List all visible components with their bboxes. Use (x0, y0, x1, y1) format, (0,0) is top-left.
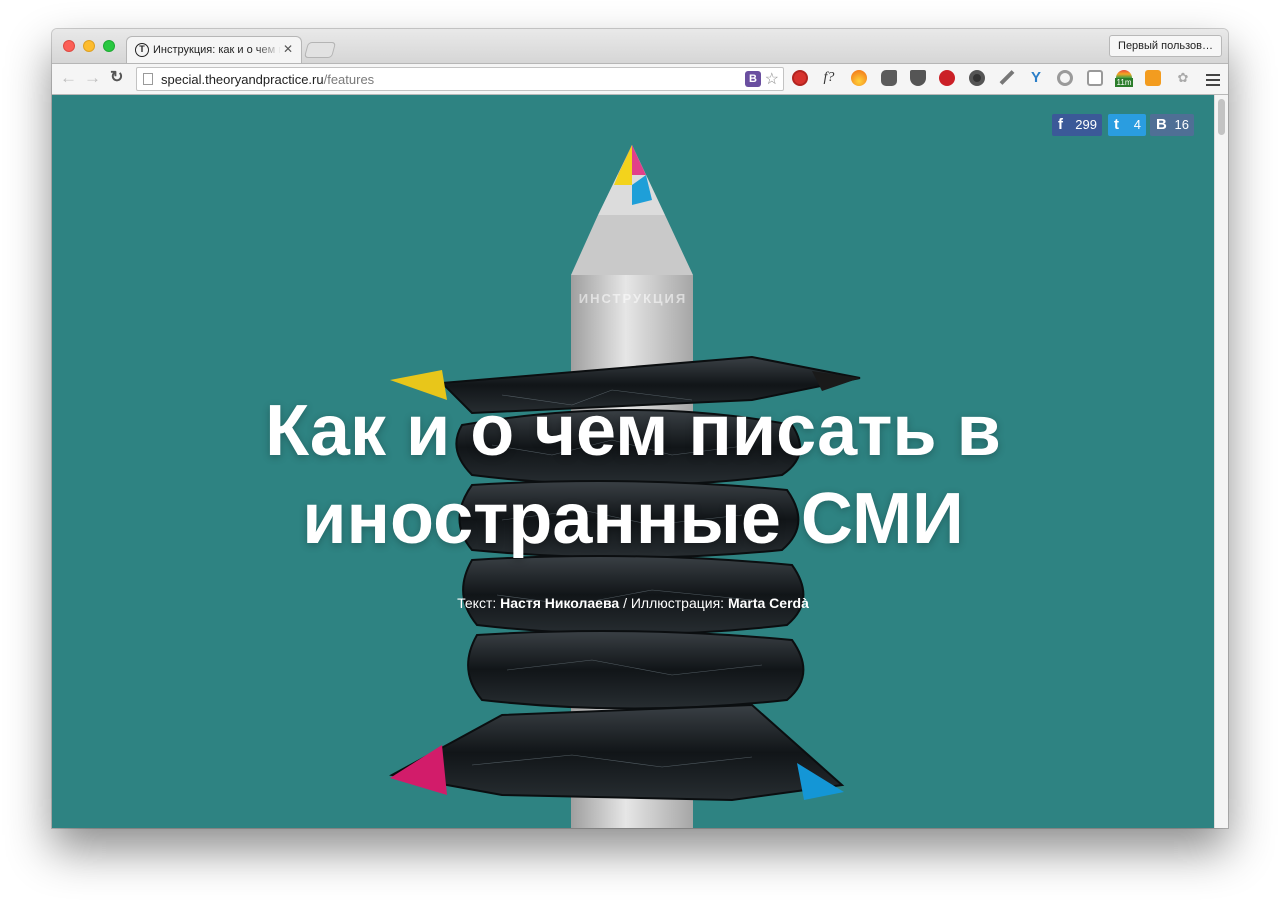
weather-badge: 11m (1115, 78, 1133, 87)
eyedropper-icon[interactable] (998, 69, 1016, 87)
url-domain: special.theoryandpractice.ru (161, 72, 324, 87)
byline-text-label: Текст: (457, 595, 497, 611)
byline-separator: / (623, 595, 627, 611)
article-title: Как и о чем писать в иностранные СМИ (265, 391, 1001, 559)
page-icon (143, 73, 153, 85)
forward-arrow-icon[interactable]: → (84, 68, 101, 88)
toolbar: ← → ↻ special.theoryandpractice.ru/featu… (52, 63, 1228, 95)
vk-icon: В (1156, 116, 1167, 133)
byline-illustration-label: Иллюстрация: (630, 595, 725, 611)
facebook-share-button[interactable]: f 299 (1052, 114, 1102, 136)
weather-icon[interactable]: 11m (1115, 69, 1133, 87)
address-bar[interactable]: special.theoryandpractice.ru/features В … (136, 67, 784, 91)
page-scrollbar[interactable] (1214, 95, 1228, 828)
close-window-button[interactable] (63, 40, 75, 52)
profile-button[interactable]: Первый пользов… (1109, 35, 1222, 57)
bookmark-star-icon[interactable]: ☆ (765, 69, 779, 89)
tab-close-icon[interactable]: ✕ (283, 42, 293, 56)
byline-author: Настя Николаева (500, 595, 620, 611)
maximize-window-button[interactable] (103, 40, 115, 52)
ydesk-icon[interactable]: Y (1027, 69, 1045, 87)
twitter-share-count: 4 (1133, 117, 1141, 132)
menu-icon[interactable] (1206, 74, 1220, 89)
chart-icon[interactable] (1144, 69, 1162, 87)
flame-icon[interactable] (850, 69, 868, 87)
tab-active[interactable]: T Инструкция: как и о чем писать в иност… (126, 36, 302, 63)
article-kicker: ИНСТРУКЦИЯ (578, 291, 688, 306)
vk-share-button[interactable]: В 16 (1150, 114, 1194, 136)
new-tab-button[interactable] (303, 42, 337, 58)
tab-strip: T Инструкция: как и о чем писать в иност… (52, 29, 1228, 63)
t-logo-icon: T (135, 43, 149, 57)
facebook-icon: f (1058, 116, 1063, 133)
article-byline: Текст: Настя Николаева / Иллюстрация: Ma… (52, 595, 1214, 611)
adblock-icon[interactable] (791, 69, 809, 87)
vk-extension-icon[interactable]: В (745, 71, 761, 87)
browser-window: T Инструкция: как и о чем писать в иност… (52, 29, 1228, 828)
tab-title: Инструкция: как и о чем писать в иностра… (153, 44, 281, 56)
back-arrow-icon[interactable]: ← (60, 68, 77, 88)
reload-icon[interactable]: ↻ (110, 68, 123, 88)
paw-icon[interactable]: ✿ (1174, 69, 1192, 87)
minimize-window-button[interactable] (83, 40, 95, 52)
scrollbar-thumb[interactable] (1218, 99, 1225, 135)
twitter-share-button[interactable]: t 4 (1108, 114, 1146, 136)
page-content: f 299 t 4 В 16 ИНСТРУКЦИЯ Как и о чем пи… (52, 95, 1214, 828)
refresh-circle-icon[interactable] (1056, 69, 1074, 87)
url-path: /features (323, 72, 375, 87)
pocket-icon[interactable] (909, 69, 927, 87)
pinterest-icon[interactable] (938, 69, 956, 87)
byline-illustrator: Marta Cerdà (727, 595, 809, 611)
vk-share-count: 16 (1174, 117, 1189, 132)
camera-icon[interactable] (968, 69, 986, 87)
facebook-share-count: 299 (1075, 117, 1097, 132)
twitter-icon: t (1114, 116, 1119, 133)
fx-icon[interactable]: f? (820, 69, 838, 87)
url-text[interactable]: special.theoryandpractice.ru/features (161, 72, 374, 87)
reader-icon[interactable] (1086, 69, 1104, 87)
evernote-icon[interactable] (880, 69, 898, 87)
